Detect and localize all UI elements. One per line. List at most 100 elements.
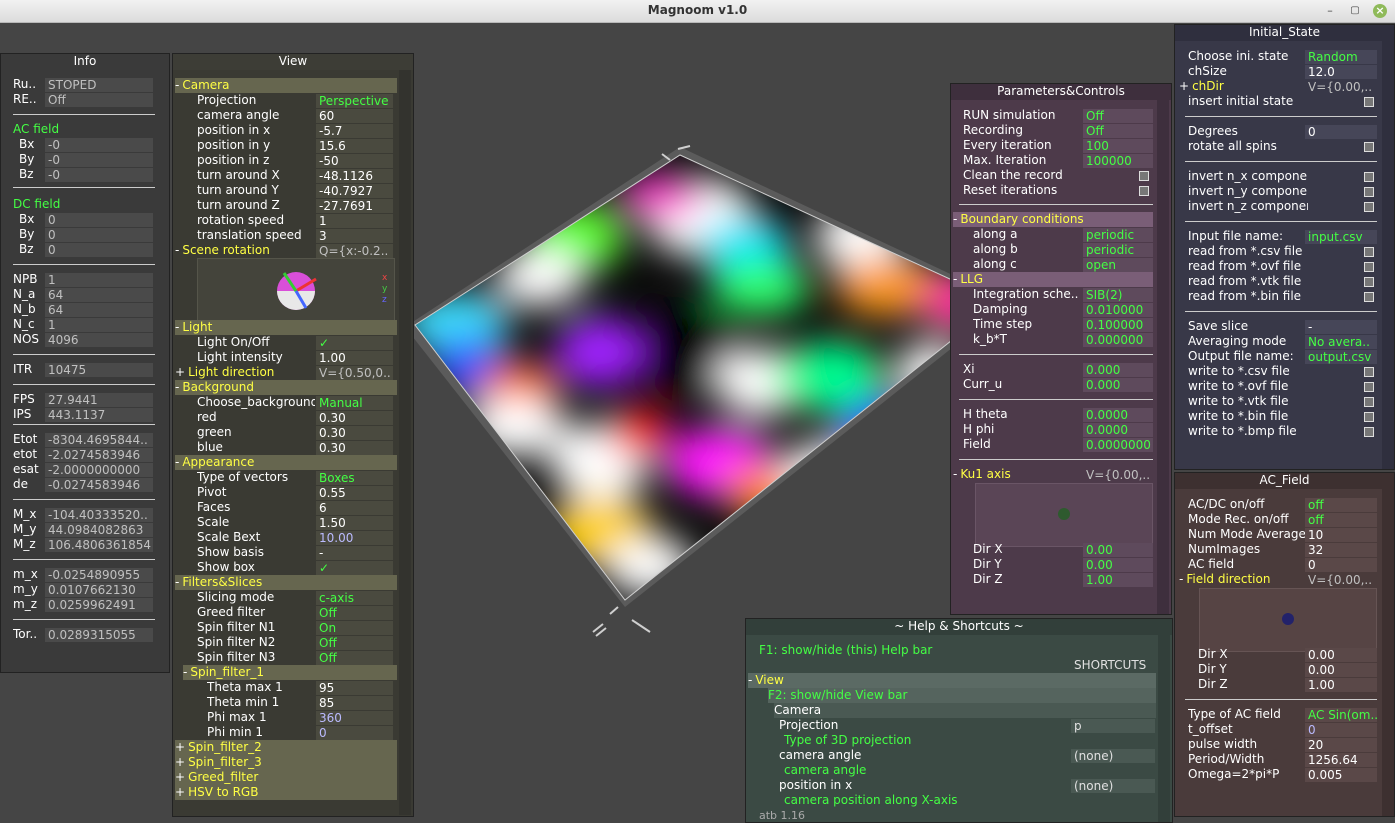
ac-value-ac-dc-on-off[interactable]: off <box>1305 498 1377 512</box>
view-value-camera-angle[interactable]: 60 <box>316 109 393 123</box>
view-value-slicing-mode[interactable]: c-axis <box>316 591 393 605</box>
view-value-choose-background[interactable]: Manual <box>316 396 393 410</box>
init-value-input-file-name[interactable]: input.csv <box>1305 230 1377 244</box>
expand-toggle-icon[interactable]: + <box>175 740 185 754</box>
param-value-damping[interactable]: 0.010000 <box>1083 303 1153 317</box>
ku1-direction-widget[interactable] <box>975 483 1153 547</box>
init-checkbox-read-from-ovf-file[interactable] <box>1364 262 1374 272</box>
init-value-degrees[interactable]: 0 <box>1305 125 1377 139</box>
ac-value-period-width[interactable]: 1256.64 <box>1305 753 1377 767</box>
param-value-dir-z[interactable]: 1.00 <box>1083 573 1153 587</box>
view-value-show-box[interactable]: ✓ <box>316 561 393 575</box>
maximize-icon[interactable]: ▢ <box>1348 4 1362 18</box>
ac-value-pulse-width[interactable]: 20 <box>1305 738 1377 752</box>
init-checkbox-write-to-ovf-file[interactable] <box>1364 382 1374 392</box>
help-scrollbar[interactable] <box>1158 635 1170 822</box>
view-value-scale[interactable]: 1.50 <box>316 516 393 530</box>
expand-toggle-icon[interactable]: - <box>175 243 179 257</box>
view-value-spin-filter-n2[interactable]: Off <box>316 636 393 650</box>
collapse-toggle-icon[interactable]: - <box>953 467 957 481</box>
param-value-recording[interactable]: Off <box>1083 124 1153 138</box>
collapse-toggle-icon[interactable]: - <box>1179 572 1183 586</box>
expand-toggle-icon[interactable]: - <box>175 455 179 469</box>
view-value-blue[interactable]: 0.30 <box>316 441 393 455</box>
view-group-filters-slices[interactable]: - Filters&Slices <box>175 575 397 590</box>
param-value-integration-sche[interactable]: SIB(2) <box>1083 288 1153 302</box>
view-value-type-of-vectors[interactable]: Boxes <box>316 471 393 485</box>
param-value-max-iteration[interactable]: 100000 <box>1083 154 1153 168</box>
init-checkbox-write-to-csv-file[interactable] <box>1364 367 1374 377</box>
param-value-dir-y[interactable]: 0.00 <box>1083 558 1153 572</box>
expand-toggle-icon[interactable]: - <box>175 380 179 394</box>
collapse-toggle-icon[interactable]: - <box>953 212 957 226</box>
view-value-spin-filter-n1[interactable]: On <box>316 621 393 635</box>
init-checkbox-invert-n-y-component[interactable] <box>1364 187 1374 197</box>
ac-value-dir-x[interactable]: 0.00 <box>1305 648 1377 662</box>
view-value-scene-rotation[interactable]: Q={x:-0.2.. <box>316 244 393 258</box>
init-checkbox-read-from-vtk-file[interactable] <box>1364 277 1374 287</box>
view-value-show-basis[interactable]: - <box>316 546 393 560</box>
ku1-axis-value[interactable]: V={0.00,.. <box>1083 468 1153 482</box>
view-value-turn-around-z[interactable]: -27.7691 <box>316 199 393 213</box>
param-value-every-iteration[interactable]: 100 <box>1083 139 1153 153</box>
view-value-faces[interactable]: 6 <box>316 501 393 515</box>
view-value-green[interactable]: 0.30 <box>316 426 393 440</box>
view-value-translation-speed[interactable]: 3 <box>316 229 393 243</box>
view-value-red[interactable]: 0.30 <box>316 411 393 425</box>
chdir-group[interactable]: + chDir <box>1179 79 1224 94</box>
view-value-scale-bext[interactable]: 10.00 <box>316 531 393 545</box>
ac-value-num-mode-average[interactable]: 10 <box>1305 528 1377 542</box>
view-scrollbar[interactable] <box>399 70 411 815</box>
param-value-along-c[interactable]: open <box>1083 258 1153 272</box>
param-checkbox-clean-the-record[interactable] <box>1139 171 1149 181</box>
init-value-averaging-mode[interactable]: No avera.. <box>1305 335 1377 349</box>
view-value-position-in-x[interactable]: -5.7 <box>316 124 393 138</box>
view-value-phi-min-1[interactable]: 0 <box>316 726 393 740</box>
init-checkbox-read-from-bin-file[interactable] <box>1364 292 1374 302</box>
init-value-chsize[interactable]: 12.0 <box>1305 65 1377 79</box>
view-group-camera[interactable]: - Camera <box>175 78 397 93</box>
view-value-theta-min-1[interactable]: 85 <box>316 696 393 710</box>
llg-group[interactable]: - LLG <box>953 272 1153 287</box>
view-group-background[interactable]: - Background <box>175 380 397 395</box>
view-group-spin-filter-3[interactable]: + Spin_filter_3 <box>175 755 397 770</box>
scene-rotation-widget[interactable]: xyz <box>197 258 395 322</box>
view-value-turn-around-x[interactable]: -48.1126 <box>316 169 393 183</box>
view-group-light[interactable]: - Light <box>175 320 397 335</box>
view-value-phi-max-1[interactable]: 360 <box>316 711 393 725</box>
param-value-field[interactable]: 0.0000000 <box>1083 438 1153 452</box>
close-icon[interactable]: × <box>1373 4 1387 18</box>
ac-value-dir-y[interactable]: 0.00 <box>1305 663 1377 677</box>
minimize-icon[interactable]: – <box>1323 4 1337 18</box>
parameters-scrollbar[interactable] <box>1157 100 1169 614</box>
init-checkbox-insert-initial-state[interactable] <box>1364 97 1374 107</box>
ku1-axis-group[interactable]: - Ku1 axis <box>953 467 1083 482</box>
init-checkbox-write-to-vtk-file[interactable] <box>1364 397 1374 407</box>
expand-toggle-icon[interactable]: - <box>183 665 187 679</box>
view-group-greed-filter[interactable]: + Greed_filter <box>175 770 397 785</box>
expand-toggle-icon[interactable]: + <box>175 755 185 769</box>
param-value-k-b-t[interactable]: 0.000000 <box>1083 333 1153 347</box>
view-value-light-on-off[interactable]: ✓ <box>316 336 393 350</box>
view-value-pivot[interactable]: 0.55 <box>316 486 393 500</box>
expand-toggle-icon[interactable]: + <box>175 365 185 379</box>
ac-value-numimages[interactable]: 32 <box>1305 543 1377 557</box>
init-checkbox-rotate-all-spins[interactable] <box>1364 142 1374 152</box>
param-value-time-step[interactable]: 0.100000 <box>1083 318 1153 332</box>
collapse-toggle-icon[interactable]: - <box>953 272 957 286</box>
param-value-along-a[interactable]: periodic <box>1083 228 1153 242</box>
boundary-conditions-group[interactable]: - Boundary conditions <box>953 212 1153 227</box>
init-checkbox-invert-n-x-component[interactable] <box>1364 172 1374 182</box>
view-value-position-in-z[interactable]: -50 <box>316 154 393 168</box>
ac-value-mode-rec-on-off[interactable]: off <box>1305 513 1377 527</box>
ac-value-t-offset[interactable]: 0 <box>1305 723 1377 737</box>
param-value-curr-u[interactable]: 0.000 <box>1083 378 1153 392</box>
init-value-save-slice[interactable]: - <box>1305 320 1377 334</box>
view-value-spin-filter-n3[interactable]: Off <box>316 651 393 665</box>
init-value-choose-ini-state[interactable]: Random <box>1305 50 1377 64</box>
param-checkbox-reset-iterations[interactable] <box>1139 186 1149 196</box>
ac-field-scrollbar[interactable] <box>1382 489 1394 816</box>
view-value-greed-filter[interactable]: Off <box>316 606 393 620</box>
param-value-along-b[interactable]: periodic <box>1083 243 1153 257</box>
init-value-chdir[interactable]: V={0.00,.. <box>1305 80 1377 94</box>
